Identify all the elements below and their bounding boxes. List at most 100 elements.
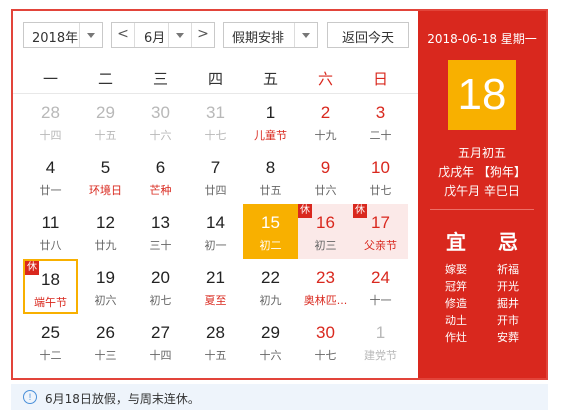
lunar-label: 十五: [204, 349, 227, 362]
year-select-value: 2018年: [32, 31, 79, 46]
day-number: 31: [206, 103, 225, 122]
day-number: 24: [371, 268, 390, 287]
weekday-label: 四: [207, 70, 223, 88]
day-cell[interactable]: 12 廿九: [78, 204, 133, 259]
weekday-label: 五: [262, 70, 278, 88]
lunar-label: 廿一: [39, 184, 62, 197]
day-number: 4: [45, 158, 56, 177]
ji-item: 安葬: [497, 331, 519, 344]
weekday-label: 三: [152, 70, 168, 88]
lunar-label: 廿七: [369, 184, 392, 197]
day-cell[interactable]: 28 十五: [188, 314, 243, 369]
day-cell[interactable]: 1 儿童节: [243, 94, 298, 149]
day-number: 28: [206, 323, 225, 342]
lunar-label: 初二: [259, 239, 282, 252]
chevron-down-icon[interactable]: [79, 23, 102, 47]
lunar-label: 廿四: [204, 184, 227, 197]
day-cell[interactable]: 17 父亲节休: [353, 204, 408, 259]
back-today-button[interactable]: 返回今天: [327, 22, 409, 48]
day-cell[interactable]: 11 廿八: [23, 204, 78, 259]
day-cell[interactable]: 31 十七: [188, 94, 243, 149]
lunar-label: 芒种: [149, 184, 172, 197]
month-nav: < 6月 >: [111, 22, 215, 48]
lunar-label: 廿八: [39, 239, 62, 252]
day-cell[interactable]: 19 初六: [78, 259, 133, 314]
day-number: 30: [151, 103, 170, 122]
month-select-value[interactable]: 6月: [144, 27, 165, 46]
rest-badge: 休: [25, 261, 39, 275]
lunar-label: 三十: [149, 239, 172, 252]
prev-month-button[interactable]: <: [112, 23, 135, 47]
day-cell[interactable]: 25 十二: [23, 314, 78, 369]
day-cell[interactable]: 22 初九: [243, 259, 298, 314]
day-cell[interactable]: 24 十一: [353, 259, 408, 314]
day-cell[interactable]: 23 奥林匹...: [298, 259, 353, 314]
day-number: 6: [155, 158, 166, 177]
day-cell[interactable]: 3 二十: [353, 94, 408, 149]
day-cell[interactable]: 13 三十: [133, 204, 188, 259]
day-cell[interactable]: 10 廿七: [353, 149, 408, 204]
day-cell[interactable]: 5 环境日: [78, 149, 133, 204]
day-cell[interactable]: 14 初一: [188, 204, 243, 259]
day-number: 13: [151, 213, 170, 232]
next-month-button[interactable]: >: [191, 23, 214, 47]
calendar-main: 2018年 < 6月 > 假期安排 返回今天 一二三四五六日 28 十四 29 十五 3…: [13, 11, 418, 378]
holiday-select[interactable]: 假期安排: [223, 22, 318, 48]
day-number: 8: [265, 158, 276, 177]
day-cell[interactable]: 15 初二: [243, 204, 298, 259]
lunar-label: 十四: [149, 349, 172, 362]
day-cell[interactable]: 6 芒种: [133, 149, 188, 204]
chevron-down-icon[interactable]: [294, 23, 317, 47]
day-cell[interactable]: 9 廿六: [298, 149, 353, 204]
day-number: 27: [151, 323, 170, 342]
lunar-label: 十七: [314, 349, 337, 362]
weekday-label: 日: [372, 70, 388, 88]
lunar-label: 初一: [204, 239, 227, 252]
day-cell[interactable]: 2 十九: [298, 94, 353, 149]
lunar-label: 初六: [94, 294, 117, 307]
day-number: 19: [96, 268, 115, 287]
day-cell[interactable]: 16 初三休: [298, 204, 353, 259]
day-cell[interactable]: 1 建党节: [353, 314, 408, 369]
day-number: 1: [265, 103, 276, 122]
day-number: 21: [206, 268, 225, 287]
lunar-label: 十四: [39, 129, 62, 142]
lunar-label: 十二: [39, 349, 62, 362]
day-cell[interactable]: 28 十四: [23, 94, 78, 149]
weekday-label: 六: [317, 70, 333, 88]
day-cell[interactable]: 8 廿五: [243, 149, 298, 204]
day-cell[interactable]: 18 端午节休: [23, 259, 78, 314]
lunar-label: 十三: [94, 349, 117, 362]
day-cell[interactable]: 30 十七: [298, 314, 353, 369]
day-cell[interactable]: 30 十六: [133, 94, 188, 149]
yi-item: 冠笄: [445, 280, 467, 293]
lunar-label: 夏至: [204, 294, 227, 307]
lunar-label: 十六: [259, 349, 282, 362]
weekday-label: 二: [97, 70, 113, 88]
day-number: 10: [371, 158, 390, 177]
day-cell[interactable]: 26 十三: [78, 314, 133, 369]
year-select[interactable]: 2018年: [23, 22, 103, 48]
day-number: 29: [96, 103, 115, 122]
day-cell[interactable]: 29 十六: [243, 314, 298, 369]
day-cell[interactable]: 21 夏至: [188, 259, 243, 314]
day-number: 14: [206, 213, 225, 232]
lunar-label: 廿九: [94, 239, 117, 252]
chevron-down-icon[interactable]: [168, 23, 191, 47]
rest-badge: 休: [353, 204, 367, 218]
day-number: 2: [320, 103, 331, 122]
ji-item: 开市: [497, 314, 519, 327]
notice-text: 6月18日放假，与周末连休。: [45, 392, 200, 406]
lunar-label: 初九: [259, 294, 282, 307]
day-number: 23: [316, 268, 335, 287]
day-cell[interactable]: 29 十五: [78, 94, 133, 149]
day-cell[interactable]: 20 初七: [133, 259, 188, 314]
day-cell[interactable]: 7 廿四: [188, 149, 243, 204]
day-cell[interactable]: 27 十四: [133, 314, 188, 369]
day-number: 28: [41, 103, 60, 122]
day-number: 5: [100, 158, 111, 177]
lunar-label: 二十: [369, 129, 392, 142]
day-cell[interactable]: 4 廿一: [23, 149, 78, 204]
ganzhi-year: 戊戌年 【狗年】: [438, 165, 526, 179]
lunar-label: 廿五: [259, 184, 282, 197]
